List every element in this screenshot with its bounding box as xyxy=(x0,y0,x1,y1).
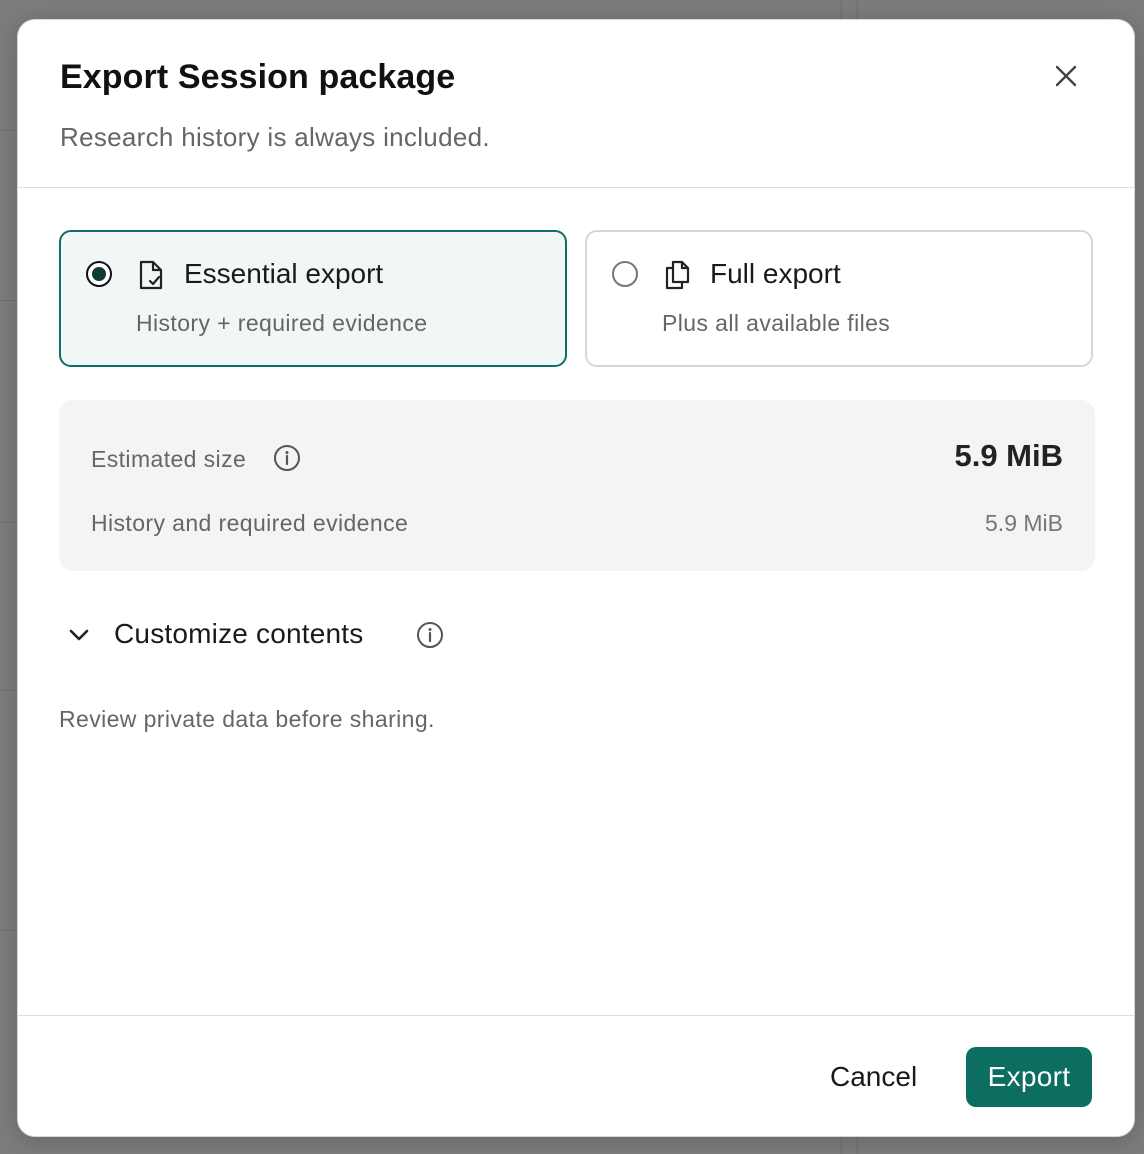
export-dialog: Export Session package Research history … xyxy=(17,19,1135,1137)
dialog-header: Export Session package Research history … xyxy=(18,20,1134,188)
background-divider xyxy=(0,130,16,131)
option-label: Essential export xyxy=(184,258,384,289)
info-icon[interactable] xyxy=(273,444,301,472)
background-divider xyxy=(0,300,16,301)
option-essential-export[interactable]: Essential export History + required evid… xyxy=(59,230,567,367)
radio-full-export[interactable] xyxy=(612,261,638,287)
size-breakdown-value: 5.9 MiB xyxy=(985,510,1063,536)
cancel-button[interactable]: Cancel xyxy=(814,1048,933,1106)
option-full-export[interactable]: Full export Plus all available files xyxy=(585,230,1093,367)
background-divider xyxy=(0,522,16,523)
background-divider xyxy=(0,930,16,931)
export-button[interactable]: Export xyxy=(966,1047,1092,1107)
files-copy-icon xyxy=(665,260,690,290)
estimated-size-label: Estimated size xyxy=(91,446,247,472)
option-label: Full export xyxy=(710,258,841,289)
estimated-size-panel: Estimated size 5.9 MiB History and requi… xyxy=(59,400,1095,571)
customize-contents-label: Customize contents xyxy=(114,618,364,649)
radio-selected-dot xyxy=(92,267,106,281)
size-breakdown-label: History and required evidence xyxy=(91,510,409,536)
estimated-size-total: 5.9 MiB xyxy=(954,438,1063,473)
file-check-icon xyxy=(139,260,163,290)
customize-contents-toggle[interactable]: Customize contents xyxy=(66,616,466,656)
background-divider xyxy=(0,690,16,691)
close-button[interactable] xyxy=(1048,58,1084,94)
close-icon xyxy=(1055,65,1077,87)
option-description: History + required evidence xyxy=(136,310,428,336)
radio-essential-export[interactable] xyxy=(86,261,112,287)
dialog-footer: Cancel Export xyxy=(18,1015,1134,1136)
option-description: Plus all available files xyxy=(662,310,891,336)
chevron-down-icon xyxy=(69,629,89,641)
info-icon[interactable] xyxy=(416,621,444,649)
dialog-subtitle: Research history is always included. xyxy=(60,122,490,152)
dialog-title: Export Session package xyxy=(60,58,456,96)
privacy-note: Review private data before sharing. xyxy=(59,706,435,732)
